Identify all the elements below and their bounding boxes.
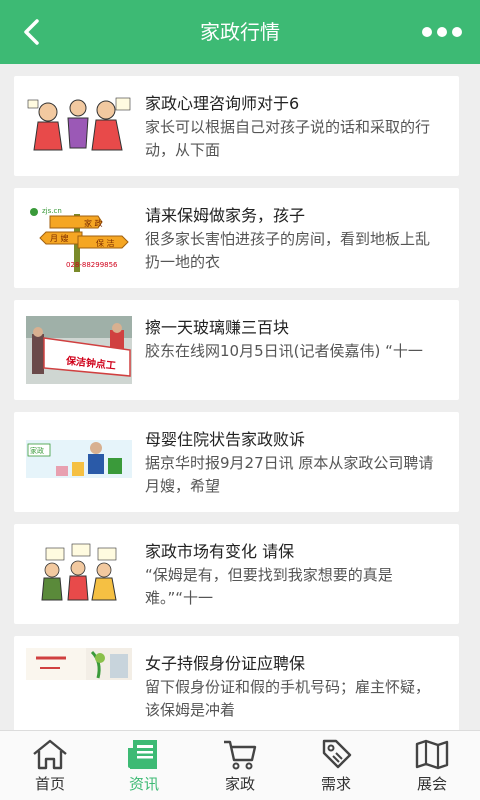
tag-icon xyxy=(322,739,352,769)
article-summary: “保姆是有，但要找到我家想要的真是难。”“十一 xyxy=(145,566,393,607)
list-item[interactable]: 家政市场有变化 请保 “保姆是有，但要找到我家想要的真是难。”“十一 xyxy=(14,524,459,624)
thumb-site-text: zjs.cn xyxy=(42,207,62,215)
more-dots-icon xyxy=(422,27,462,37)
article-thumbnail: 家政 xyxy=(26,428,132,496)
article-list[interactable]: 家政心理咨询师对于6 家长可以根据自己对孩子说的话和采取的行动，从下面 zjs.… xyxy=(0,64,480,730)
article-thumbnail xyxy=(26,92,132,160)
cart-icon xyxy=(224,740,257,770)
list-item[interactable]: 保洁钟点工 擦一天玻璃赚三百块 胶东在线网10月5日讯(记者侯嘉伟) “十一 xyxy=(14,300,459,400)
home-icon xyxy=(33,739,67,770)
article-summary: 据京华时报9月27日讯 原本从家政公司聘请月嫂，希望 xyxy=(145,454,434,495)
page-title: 家政行情 xyxy=(200,20,280,44)
article-title: 母婴住院状告家政败诉 xyxy=(145,430,306,449)
article-title: 家政市场有变化 请保 xyxy=(145,542,295,561)
tab-label: 资讯 xyxy=(128,775,159,793)
article-title: 女子持假身份证应聘保 xyxy=(145,654,306,673)
tab-home[interactable]: 首页 xyxy=(2,731,98,800)
news-icon xyxy=(128,740,157,769)
article-summary: 胶东在线网10月5日讯(记者侯嘉伟) “十一 xyxy=(145,342,423,360)
tab-label: 展会 xyxy=(416,775,447,793)
list-item[interactable]: zjs.cn 家 政 月 嫂 保 洁 028-88299856 请来保姆做家务，… xyxy=(14,188,459,288)
article-title: 请来保姆做家务，孩子 xyxy=(145,206,306,225)
article-thumbnail: 保洁钟点工 xyxy=(26,316,132,384)
tab-label: 家政 xyxy=(224,775,255,793)
article-summary: 很多家长害怕进孩子的房间，看到地板上乱扔一地的衣 xyxy=(145,230,431,271)
tab-label: 首页 xyxy=(34,775,65,793)
map-icon xyxy=(415,739,449,770)
tab-news[interactable]: 资讯 xyxy=(96,731,192,800)
tab-exhibition[interactable]: 展会 xyxy=(384,731,480,800)
list-item[interactable]: 家政心理咨询师对于6 家长可以根据自己对孩子说的话和采取的行动，从下面 xyxy=(14,76,459,176)
tab-housekeeping[interactable]: 家政 xyxy=(192,731,288,800)
list-item[interactable]: 家政 母婴住院状告家政败诉 据京华时报9月27日讯 原本从家政公司聘请月嫂，希望 xyxy=(14,412,459,512)
tab-demand[interactable]: 需求 xyxy=(288,731,384,800)
article-thumbnail xyxy=(26,648,132,680)
thumb-sign-3: 保 洁 xyxy=(96,238,115,248)
article-title: 家政心理咨询师对于6 xyxy=(145,94,300,113)
article-summary: 家长可以根据自己对孩子说的话和采取的行动，从下面 xyxy=(145,118,431,159)
thumb-sign-2: 月 嫂 xyxy=(50,233,69,243)
article-thumbnail: zjs.cn 家 政 月 嫂 保 洁 028-88299856 xyxy=(26,204,132,272)
article-summary: 留下假身份证和假的手机号码；雇主怀疑，该保姆是冲着 xyxy=(145,678,431,719)
more-button[interactable] xyxy=(418,14,466,50)
article-title: 擦一天玻璃赚三百块 xyxy=(145,318,290,337)
thumb-phone-text: 028-88299856 xyxy=(66,261,118,269)
list-item[interactable]: 女子持假身份证应聘保 留下假身份证和假的手机号码；雇主怀疑，该保姆是冲着 xyxy=(14,636,459,730)
title-bar: 家政行情 xyxy=(0,0,480,64)
thumb-logo-text: 家政 xyxy=(30,446,44,455)
article-thumbnail xyxy=(26,540,132,608)
thumb-sign-1: 家 政 xyxy=(84,218,103,228)
bottom-tab-bar: 首页 资讯 家政 需求 展会 xyxy=(0,730,480,800)
tab-label: 需求 xyxy=(320,775,351,793)
